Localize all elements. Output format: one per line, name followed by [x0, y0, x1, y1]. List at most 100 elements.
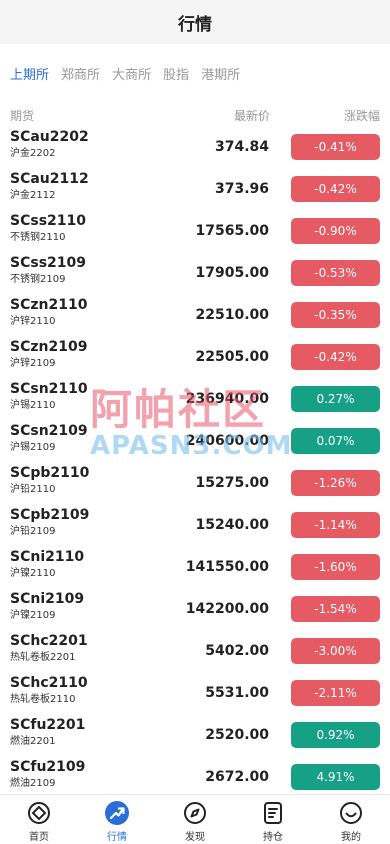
quote-row[interactable]: SCau2202 沪金2202 374.84 -0.41%	[0, 126, 390, 168]
tabbar-profile-label: 我的	[341, 832, 361, 843]
quote-row[interactable]: SCni2109 沪镍2109 142200.00 -1.54%	[0, 588, 390, 630]
column-header: 期货 最新价 涨跌幅	[0, 102, 390, 128]
quote-name: 沪铅2109	[10, 526, 56, 537]
document-icon	[260, 800, 286, 826]
quote-symbol: SCni2110	[10, 549, 85, 565]
quote-row[interactable]: SCzn2110 沪锌2110 22510.00 -0.35%	[0, 294, 390, 336]
tabbar-discover-label: 发现	[185, 832, 205, 843]
tabbar-positions[interactable]: 持仓	[234, 795, 312, 844]
quote-name: 沪锌2110	[10, 316, 56, 327]
quote-price: 17565.00	[195, 223, 269, 239]
tab-dce[interactable]: 大商所	[112, 60, 151, 87]
quote-row[interactable]: SChc2201 热轧卷板2201 5402.00 -3.00%	[0, 630, 390, 672]
quote-change-badge: -1.14%	[291, 512, 380, 538]
column-change-header: 涨跌幅	[343, 108, 380, 123]
quote-price: 5402.00	[205, 643, 269, 659]
quote-change-badge: 0.07%	[291, 428, 380, 454]
quote-symbol: SCsn2110	[10, 381, 88, 397]
quote-row[interactable]: SCsn2109 沪锡2109 240600.00 0.07%	[0, 420, 390, 462]
quote-row[interactable]: SCzn2109 沪锌2109 22505.00 -0.42%	[0, 336, 390, 378]
home-icon	[26, 800, 52, 826]
bottom-tabbar: 首页 行情 发现 持仓 我的	[0, 794, 390, 844]
quote-price: 17905.00	[195, 265, 269, 281]
quote-price: 374.84	[214, 139, 269, 155]
quote-symbol: SChc2201	[10, 633, 88, 649]
quote-name: 沪金2202	[10, 148, 56, 159]
compass-icon	[182, 800, 208, 826]
quote-row[interactable]: SChc2110 热轧卷板2110 5531.00 -2.11%	[0, 672, 390, 714]
quote-name: 沪铅2110	[10, 484, 56, 495]
quote-name: 沪镍2110	[10, 568, 56, 579]
quote-change-badge: 0.92%	[291, 722, 380, 748]
quote-row[interactable]: SCpb2110 沪铅2110 15275.00 -1.26%	[0, 462, 390, 504]
tabbar-market-label: 行情	[107, 832, 127, 843]
column-price-header: 最新价	[233, 108, 270, 123]
quote-name: 沪镍2109	[10, 610, 56, 621]
quote-change-badge: -0.42%	[291, 176, 380, 202]
tabbar-discover[interactable]: 发现	[156, 795, 234, 844]
smiley-icon	[338, 800, 364, 826]
quote-row[interactable]: SCpb2109 沪铅2109 15240.00 -1.14%	[0, 504, 390, 546]
quote-change-badge: 4.91%	[291, 764, 380, 790]
quote-name: 热轧卷板2110	[10, 694, 76, 705]
quote-row[interactable]: SCss2109 不锈钢2109 17905.00 -0.53%	[0, 252, 390, 294]
quote-change-badge: -3.00%	[291, 638, 380, 664]
quote-price: 2520.00	[205, 727, 269, 743]
quote-price: 22510.00	[195, 307, 269, 323]
quote-symbol: SCpb2110	[10, 465, 90, 481]
tab-index[interactable]: 股指	[163, 60, 189, 87]
quote-price: 141550.00	[185, 559, 269, 575]
quote-row[interactable]: SCfu2109 燃油2109 2672.00 4.91%	[0, 756, 390, 798]
tabbar-home-label: 首页	[29, 832, 49, 843]
quote-change-badge: -0.35%	[291, 302, 380, 328]
trend-icon	[104, 800, 130, 826]
quote-symbol: SChc2110	[10, 675, 88, 691]
quote-name: 沪锡2110	[10, 400, 56, 411]
quote-symbol: SCau2112	[10, 171, 89, 187]
quote-name: 不锈钢2109	[10, 274, 66, 285]
quote-change-badge: -1.60%	[291, 554, 380, 580]
tabbar-home[interactable]: 首页	[0, 795, 78, 844]
quote-name: 热轧卷板2201	[10, 652, 76, 663]
quote-name: 燃油2109	[10, 778, 56, 789]
tab-hkfe[interactable]: 港期所	[201, 60, 240, 87]
quote-name: 沪锡2109	[10, 442, 56, 453]
quote-change-badge: -0.90%	[291, 218, 380, 244]
quote-change-badge: -2.11%	[291, 680, 380, 706]
tabbar-market[interactable]: 行情	[78, 795, 156, 844]
quote-symbol: SCpb2109	[10, 507, 90, 523]
quote-name: 燃油2201	[10, 736, 56, 747]
quote-row[interactable]: SCni2110 沪镍2110 141550.00 -1.60%	[0, 546, 390, 588]
quote-row[interactable]: SCsn2110 沪锡2110 236940.00 0.27%	[0, 378, 390, 420]
tabbar-profile[interactable]: 我的	[312, 795, 390, 844]
tabbar-positions-label: 持仓	[263, 832, 283, 843]
quote-symbol: SCfu2201	[10, 717, 86, 733]
tab-shfe[interactable]: 上期所	[10, 60, 49, 87]
tab-czce[interactable]: 郑商所	[61, 60, 100, 87]
quote-symbol: SCfu2109	[10, 759, 86, 775]
quote-price: 236940.00	[185, 391, 269, 407]
quote-row[interactable]: SCfu2201 燃油2201 2520.00 0.92%	[0, 714, 390, 756]
quote-symbol: SCss2109	[10, 255, 86, 271]
quote-price: 15275.00	[195, 475, 269, 491]
quote-row[interactable]: SCss2110 不锈钢2110 17565.00 -0.90%	[0, 210, 390, 252]
quote-symbol: SCsn2109	[10, 423, 88, 439]
quote-name: 沪锌2109	[10, 358, 56, 369]
quote-symbol: SCzn2110	[10, 297, 88, 313]
quote-change-badge: -1.26%	[291, 470, 380, 496]
top-header: 行情	[0, 0, 390, 44]
quote-price: 142200.00	[185, 601, 269, 617]
quote-price: 22505.00	[195, 349, 269, 365]
exchange-tabs: 上期所 郑商所 大商所 股指 港期所	[0, 44, 390, 102]
quote-name: 沪金2112	[10, 190, 56, 201]
quote-symbol: SCss2110	[10, 213, 86, 229]
quote-price: 15240.00	[195, 517, 269, 533]
quote-change-badge: 0.27%	[291, 386, 380, 412]
column-name-header: 期货	[10, 108, 35, 123]
quote-change-badge: -0.53%	[291, 260, 380, 286]
quote-price: 240600.00	[185, 433, 269, 449]
quote-change-badge: -0.41%	[291, 134, 380, 160]
quote-row[interactable]: SCau2112 沪金2112 373.96 -0.42%	[0, 168, 390, 210]
quote-change-badge: -1.54%	[291, 596, 380, 622]
quote-price: 373.96	[214, 181, 269, 197]
